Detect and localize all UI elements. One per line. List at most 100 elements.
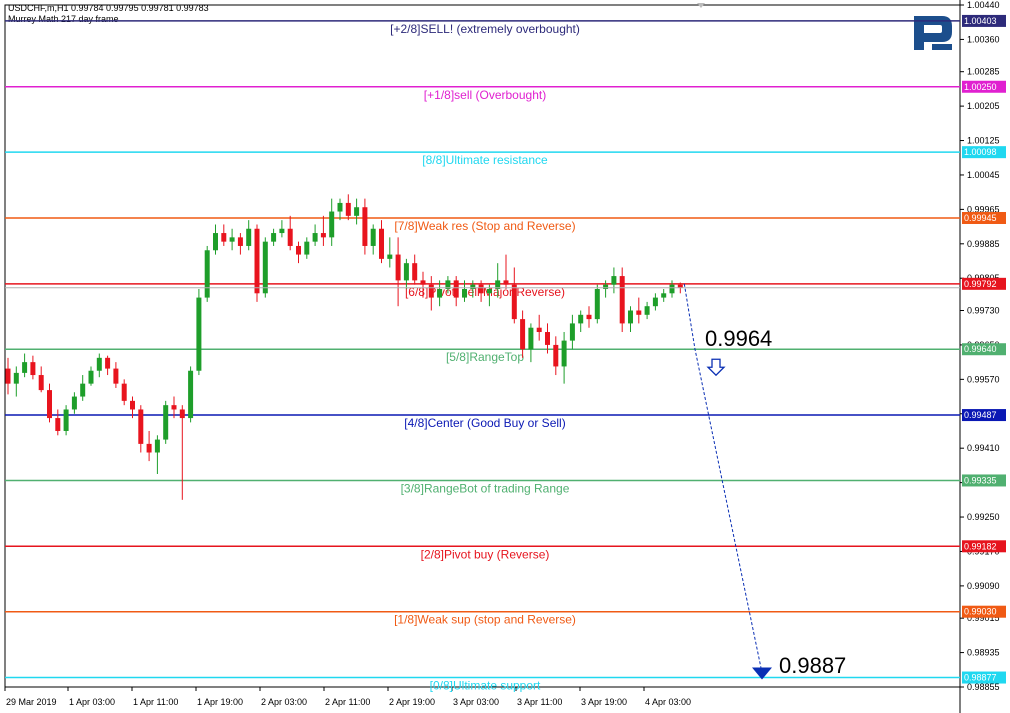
chart-plot: 1.004401.003601.002851.002051.001251.000… [4,0,1006,713]
candle-body [163,405,169,440]
candle-body [138,409,144,444]
level-price-text: 1.00403 [964,16,997,26]
level-label: [3/8]RangeBot of trading Range [401,481,570,495]
level-price-text: 0.99487 [964,410,997,420]
candle-body [237,237,243,246]
candle-body [337,202,343,212]
candle-body [470,284,476,289]
x-tick-label: 2 Apr 19:00 [389,697,435,707]
candle-body [88,370,94,384]
candle-body [254,228,260,294]
candle-body [661,293,667,298]
y-tick-label: 0.98935 [967,648,1000,658]
y-tick-label: 0.99570 [967,374,1000,384]
candle-body [503,280,509,285]
candle-body [453,280,459,298]
level-price-text: 0.98877 [964,673,997,683]
candle-body [462,288,467,298]
y-tick-label: 0.99885 [967,239,1000,249]
candle-body [644,306,650,315]
x-tick-label: 1 Apr 03:00 [69,697,115,707]
candle-body [304,241,310,255]
candle-body [113,368,119,384]
level-price-text: 0.99335 [964,475,997,485]
candle-body [619,276,625,324]
candle-body [38,375,44,391]
candle-body [370,228,376,246]
candle-body [628,310,633,324]
candle-body [345,202,351,216]
x-tick-label: 3 Apr 19:00 [581,697,627,707]
candle-body [636,310,642,315]
level-price-text: 1.00250 [964,82,997,92]
level-price-text: 0.99182 [964,541,997,551]
candle-body [387,254,393,259]
candle-body [586,314,592,320]
candle-body [229,237,235,242]
candle-body [287,228,293,246]
x-tick-label: 3 Apr 03:00 [453,697,499,707]
level-price-text: 1.00098 [964,147,997,157]
candle-body [221,233,227,242]
candle-body [196,297,202,371]
candle-body [569,323,575,341]
candle-body [403,263,409,281]
candle-body [271,233,277,242]
candle-body [22,362,28,373]
level-label: [2/8]Pivot buy (Reverse) [421,547,550,561]
candle-body [320,233,326,238]
candle-body [545,332,550,345]
x-tick-label: 1 Apr 19:00 [197,697,243,707]
x-tick-label: 4 Apr 03:00 [645,697,691,707]
candle-body [179,409,185,419]
candle-body [13,372,19,384]
plot-frame [4,4,961,688]
candle-body [379,228,384,259]
candle-body [204,250,210,298]
candle-body [553,344,559,367]
candle-body [611,276,617,285]
candle-body [312,233,318,242]
candle-body [437,288,443,298]
candle-body [528,327,534,350]
candle-body [536,327,542,333]
candle-body [428,284,434,298]
x-tick-label: 3 Apr 11:00 [517,697,562,707]
candle-body [262,241,268,294]
y-tick-label: 1.00205 [967,101,1000,111]
y-tick-label: 0.99730 [967,306,1000,316]
candle-body [354,207,360,216]
candle-body [652,297,658,307]
y-tick-label: 1.00285 [967,67,1000,77]
candle-body [279,228,285,234]
candle-body [96,357,102,371]
candle-body [669,284,675,294]
candle-body [603,284,609,289]
candle-body [63,409,69,431]
level-label: [1/8]Weak sup (stop and Reverse) [394,613,576,627]
candle-body [213,233,218,251]
level-price-text: 0.99640 [964,344,997,354]
level-label: [0/8]Ultimate support [430,679,541,693]
candle-body [130,400,135,410]
candle-body [171,405,177,410]
candle-body [5,368,11,384]
level-label: [+1/8]sell (Overbought) [424,88,546,102]
level-label: [4/8]Center (Good Buy or Sell) [404,416,565,430]
candle-body [520,319,526,350]
level-price-text: 0.99030 [964,607,997,617]
x-tick-label: 2 Apr 11:00 [325,697,370,707]
y-tick-label: 0.99250 [967,512,1000,522]
candle-body [30,362,36,376]
candle-body [71,396,77,410]
x-tick-label: 29 Mar 2019 [6,697,57,707]
level-label: [8/8]Ultimate resistance [422,153,548,167]
level-price-text: 0.99945 [964,213,997,223]
candle-body [154,439,160,453]
x-tick-label: 1 Apr 11:00 [133,697,178,707]
candle-body [594,288,600,320]
candle-body [146,443,152,453]
y-tick-label: 1.00360 [967,34,1000,44]
candle-body [362,207,368,246]
candle-body [188,370,194,419]
